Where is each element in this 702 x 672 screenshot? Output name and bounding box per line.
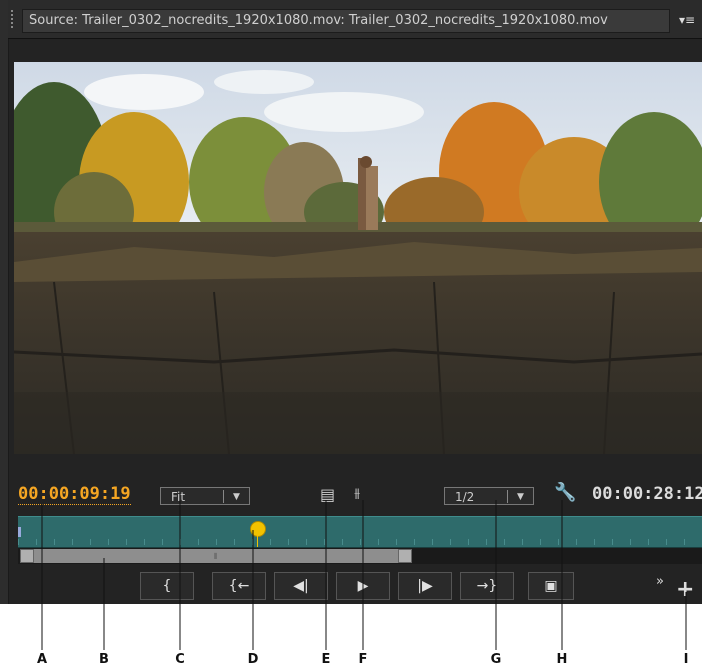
- plus-icon[interactable]: +: [676, 579, 694, 601]
- zoom-handle-left[interactable]: [20, 549, 34, 563]
- video-frame-image: [14, 62, 702, 454]
- zoom-scrollbar[interactable]: ⦀: [18, 548, 702, 564]
- callout-d: D: [247, 652, 259, 667]
- video-preview: [14, 62, 702, 454]
- callout-f: F: [358, 652, 368, 667]
- grip-icon[interactable]: [11, 10, 13, 28]
- filmstrip-icon[interactable]: ▤: [320, 486, 335, 504]
- playhead-handle[interactable]: [250, 521, 266, 537]
- resolution-dropdown[interactable]: 1/2 ▼: [444, 487, 534, 505]
- callout-a: A: [36, 652, 48, 667]
- hamburger-icon[interactable]: ▾≡: [674, 9, 700, 31]
- wrench-icon[interactable]: 🔧: [554, 484, 576, 502]
- playhead-line: [257, 533, 258, 547]
- zoom-scrollbar-thumb[interactable]: ⦀: [20, 549, 412, 563]
- resolution-dropdown-value: 1/2: [455, 490, 475, 504]
- zoom-handle-right[interactable]: [398, 549, 412, 563]
- chevron-down-icon: ▼: [233, 492, 240, 502]
- time-ruler[interactable]: [18, 516, 702, 548]
- zoom-dropdown[interactable]: Fit ▼: [160, 487, 250, 505]
- dropdown-separator: [507, 490, 508, 503]
- panel-title[interactable]: Source: Trailer_0302_nocredits_1920x1080…: [22, 9, 670, 33]
- step-forward-button[interactable]: |▶: [398, 572, 452, 600]
- duration-timecode: 00:00:28:12: [592, 484, 702, 504]
- callout-e: E: [321, 652, 331, 667]
- export-frame-button[interactable]: ▣: [528, 572, 574, 600]
- current-timecode[interactable]: 00:00:09:19: [18, 484, 131, 505]
- dropdown-separator: [223, 490, 224, 503]
- in-point-marker: [18, 527, 21, 537]
- play-button[interactable]: ▶: [336, 572, 390, 600]
- zoom-dropdown-value: Fit: [171, 490, 186, 504]
- panel-titlebar: Source: Trailer_0302_nocredits_1920x1080…: [8, 0, 702, 39]
- callout-b: B: [99, 652, 109, 667]
- callout-c: C: [175, 652, 185, 667]
- go-to-out-button[interactable]: →}: [460, 572, 514, 600]
- callout-i: I: [683, 652, 689, 667]
- mark-in-button[interactable]: {: [140, 572, 194, 600]
- go-to-in-button[interactable]: {←: [212, 572, 266, 600]
- callout-h: H: [556, 652, 568, 667]
- waveform-icon[interactable]: ⟊⟊: [354, 485, 360, 503]
- step-back-button[interactable]: ◀|: [274, 572, 328, 600]
- grip-icon: ⦀: [214, 552, 218, 561]
- double-chevron-icon[interactable]: »: [656, 574, 664, 589]
- callout-g: G: [490, 652, 502, 667]
- transport-controls: 00:00:09:19 Fit ▼ ▤ ⟊⟊ 1/2 ▼ 🔧 00:00:28:…: [14, 470, 702, 604]
- ruler-ticks: [18, 539, 702, 545]
- panel-edge: [0, 0, 9, 604]
- chevron-down-icon: ▼: [517, 492, 524, 502]
